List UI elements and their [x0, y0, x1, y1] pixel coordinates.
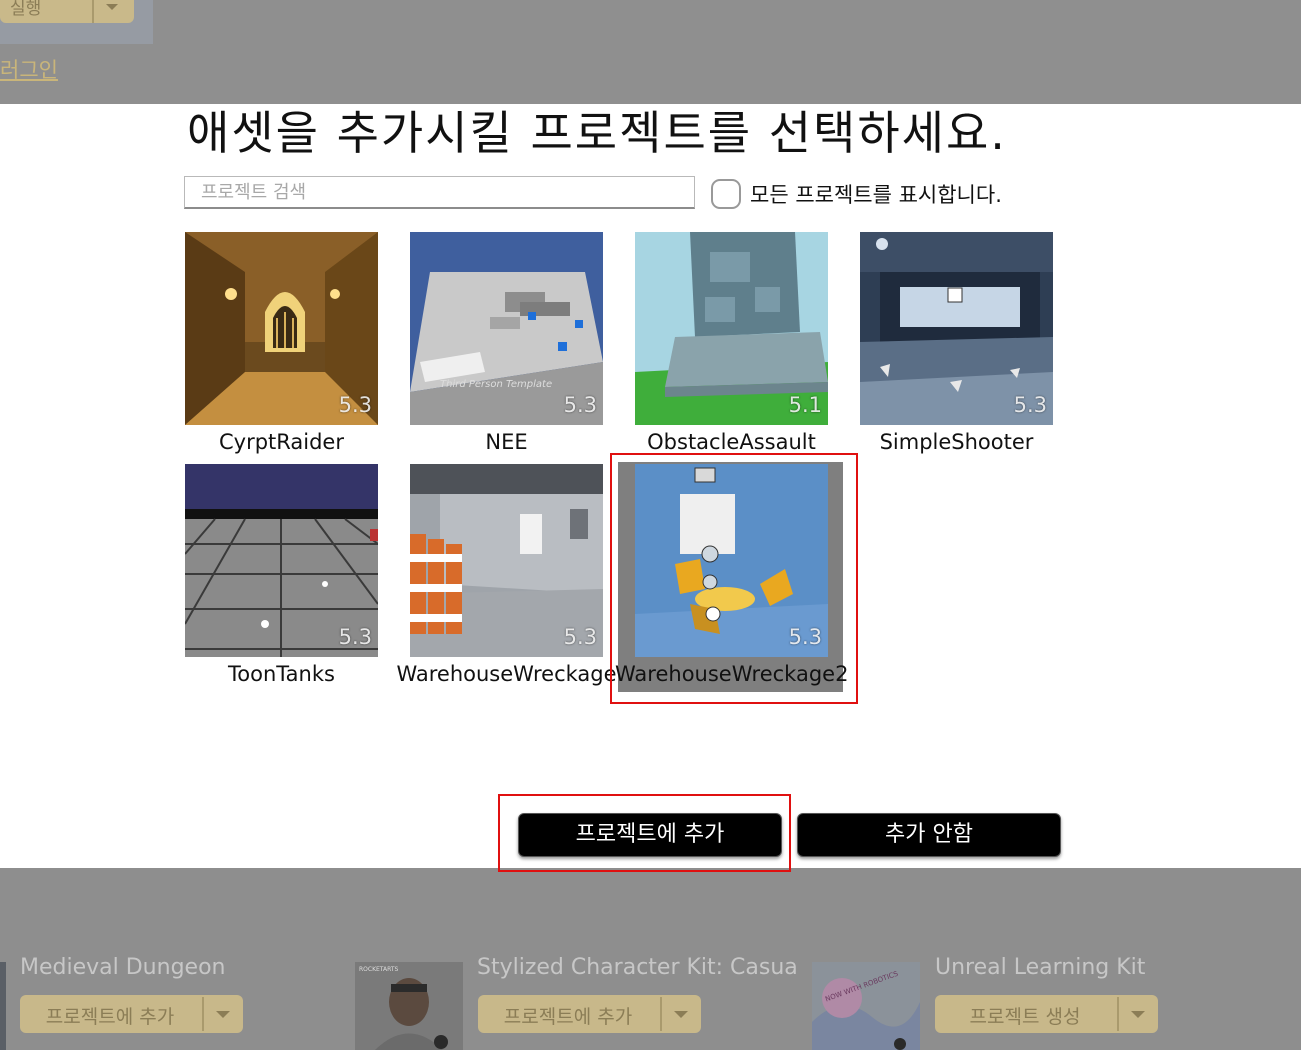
selection-annotation-box: [610, 453, 858, 704]
plugin-link[interactable]: 러그인: [0, 54, 58, 84]
select-project-dialog: 애셋을 추가시킬 프로젝트를 선택하세요. 모든 프로젝트를 표시합니다. 5.…: [0, 104, 1301, 872]
engine-version-badge: 5.3: [338, 625, 372, 649]
project-name: WarehouseWreckage: [396, 662, 617, 686]
stylized-character-thumbnail: ROCKETARTS: [355, 962, 463, 1050]
project-name: ObstacleAssault: [647, 430, 816, 454]
engine-version-badge: 5.3: [563, 625, 597, 649]
thumb-caption: Third Person Template: [440, 379, 552, 390]
project-search-input[interactable]: [184, 176, 695, 209]
background-run-button[interactable]: 실행: [0, 0, 134, 23]
project-thumbnail: 5.3: [185, 464, 378, 657]
engine-version-badge: 5.3: [338, 393, 372, 417]
project-tile-simpleshooter[interactable]: 5.3 SimpleShooter: [860, 232, 1053, 454]
engine-version-badge: 5.3: [563, 393, 597, 417]
project-thumbnail: 5.1: [635, 232, 828, 425]
project-tile-warehousewreckage[interactable]: 5.3 WarehouseWreckage: [396, 464, 617, 686]
unreal-learning-kit-thumbnail: NOW WITH ROBOTICS: [812, 962, 920, 1050]
card-button-separator: [202, 997, 204, 1031]
run-button-separator: [92, 0, 94, 23]
chevron-down-icon[interactable]: [674, 1011, 688, 1018]
background-top-bar: [0, 0, 1301, 104]
project-tile-cyrptraider[interactable]: 5.3 CyrptRaider: [185, 232, 378, 454]
card-button-label: 프로젝트에 추가: [503, 1006, 633, 1028]
show-all-projects-checkbox[interactable]: [711, 179, 741, 209]
project-name: CyrptRaider: [218, 430, 344, 454]
dialog-title: 애셋을 추가시킬 프로젝트를 선택하세요.: [187, 106, 1007, 160]
project-name: ToonTanks: [228, 662, 335, 686]
project-name: NEE: [485, 430, 528, 454]
card-button-separator: [660, 997, 662, 1031]
project-tile-obstacleassault[interactable]: 5.1 ObstacleAssault: [635, 232, 828, 454]
chevron-down-icon[interactable]: [216, 1011, 230, 1018]
chevron-down-icon[interactable]: [1131, 1011, 1145, 1018]
project-thumbnail: 5.3: [860, 232, 1053, 425]
project-name: SimpleShooter: [879, 430, 1034, 454]
project-thumbnail: 5.3: [185, 232, 378, 425]
card-add-to-project-button[interactable]: 프로젝트에 추가: [20, 995, 243, 1033]
card-button-label: 프로젝트에 추가: [45, 1006, 175, 1028]
show-all-projects-label: 모든 프로젝트를 표시합니다.: [750, 183, 1002, 207]
card-thumb-brand: ROCKETARTS: [359, 966, 399, 973]
engine-version-badge: 5.3: [1013, 393, 1047, 417]
chevron-down-icon[interactable]: [106, 4, 118, 10]
card-add-to-project-button[interactable]: 프로젝트에 추가: [478, 995, 701, 1033]
project-tile-toontanks[interactable]: 5.3 ToonTanks: [185, 464, 378, 686]
project-thumbnail: 5.3: [410, 464, 603, 657]
card-create-project-button[interactable]: 프로젝트 생성: [935, 995, 1158, 1033]
card-title-medieval-dungeon: Medieval Dungeon: [20, 955, 226, 980]
project-thumbnail: Third Person Template 5.3: [410, 232, 603, 425]
button-annotation-box: [498, 794, 791, 872]
run-button-label: 실행: [10, 0, 42, 19]
card-title-unreal-learning-kit: Unreal Learning Kit: [935, 955, 1146, 980]
card-button-separator: [1117, 997, 1119, 1031]
card-button-label: 프로젝트 생성: [969, 1006, 1081, 1028]
card-title-stylized-character: Stylized Character Kit: Casua: [477, 955, 798, 980]
project-tile-nee[interactable]: Third Person Template 5.3 NEE: [410, 232, 603, 454]
engine-version-badge: 5.1: [788, 393, 822, 417]
do-not-add-button[interactable]: 추가 안함: [797, 813, 1061, 857]
medieval-dungeon-thumbnail: [0, 962, 6, 1050]
